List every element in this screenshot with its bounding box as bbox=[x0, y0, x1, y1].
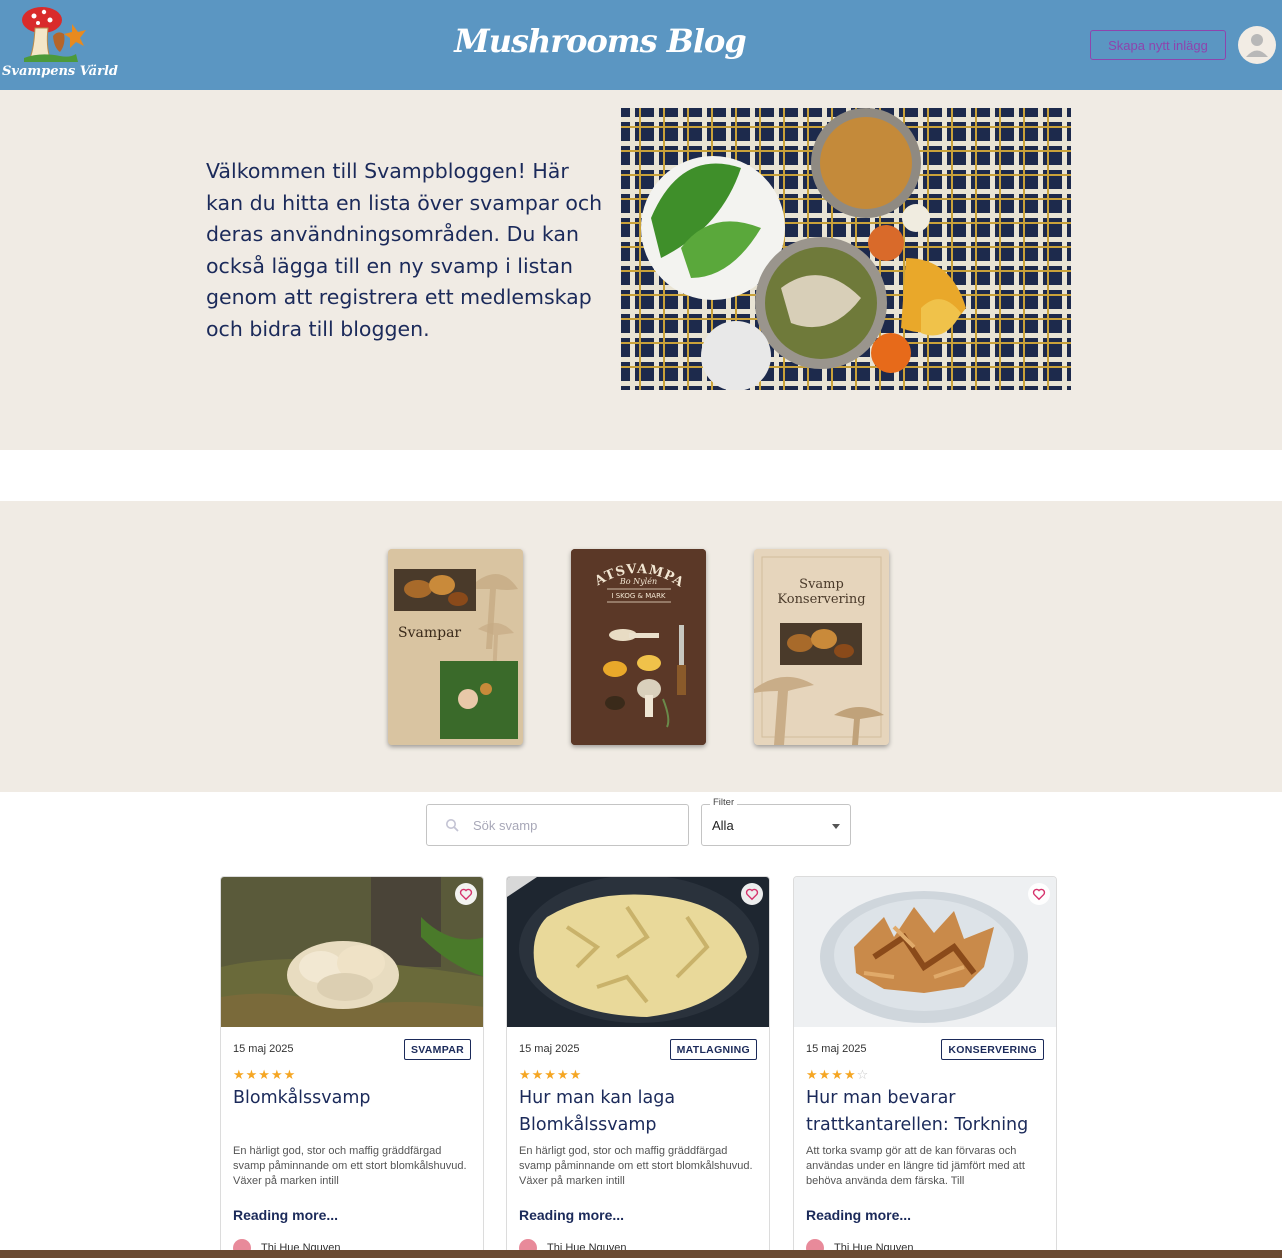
heart-outline-icon bbox=[459, 888, 473, 901]
footer-strip bbox=[0, 1250, 1282, 1258]
stars-filled: ★★★★ bbox=[806, 1067, 857, 1082]
logo-text: Svampens Värld bbox=[2, 64, 118, 79]
category-badge: KONSERVERING bbox=[941, 1039, 1044, 1060]
read-more-link[interactable]: Reading more... bbox=[233, 1207, 338, 1223]
category-badge: SVAMPAR bbox=[403, 1039, 471, 1060]
heart-outline-icon bbox=[1032, 888, 1046, 901]
site-logo[interactable]: Svampens Värld bbox=[2, 4, 118, 88]
post-card-image bbox=[221, 877, 483, 1027]
star-rating: ★★★★★ bbox=[519, 1067, 583, 1082]
hero-welcome-text: Välkommen till Svampbloggen! Här kan du … bbox=[206, 159, 603, 341]
book-cover-matsvampar[interactable]: MATSVAMPAR Bo Nylén I SKOG & MARK bbox=[571, 549, 706, 745]
post-date: 15 maj 2025 bbox=[233, 1043, 294, 1055]
post-description: En härligt god, stor och maffig gräddfär… bbox=[233, 1145, 467, 1187]
hero-section: Välkommen till Svampbloggen! Här kan du … bbox=[0, 90, 1282, 450]
favorite-button[interactable] bbox=[1028, 883, 1050, 905]
caret-down-icon bbox=[832, 824, 840, 829]
favorite-button[interactable] bbox=[741, 883, 763, 905]
star-rating: ★★★★☆ bbox=[806, 1067, 869, 1083]
post-description: En härligt god, stor och maffig gräddfär… bbox=[519, 1145, 753, 1187]
search-input[interactable] bbox=[473, 805, 683, 845]
book-ribbon: I SKOG & MARK bbox=[611, 592, 665, 600]
search-icon bbox=[446, 819, 459, 832]
post-date: 15 maj 2025 bbox=[519, 1043, 580, 1055]
post-description: Att torka svamp gör att de kan förvaras … bbox=[806, 1145, 1025, 1187]
hero-wave-divider bbox=[0, 400, 1282, 429]
post-card[interactable]: 15 maj 2025 KONSERVERING ★★★★☆ Hur man b… bbox=[793, 876, 1057, 1258]
category-badge: MATLAGNING bbox=[669, 1039, 757, 1060]
filter-value: Alla bbox=[712, 818, 734, 833]
post-date: 15 maj 2025 bbox=[806, 1043, 867, 1055]
post-card-image bbox=[794, 877, 1056, 1027]
filter-label: Filter bbox=[710, 797, 738, 808]
favorite-button[interactable] bbox=[455, 883, 477, 905]
books-section: Svampar MATSVAMPAR Bo Nylén I SKOG & MAR… bbox=[0, 501, 1282, 792]
heart-outline-icon bbox=[745, 888, 759, 901]
post-card-image bbox=[507, 877, 769, 1027]
post-title[interactable]: Hur man bevarar trattkantarellen: Torkni… bbox=[806, 1085, 1046, 1139]
site-title: Mushrooms Blog bbox=[454, 22, 746, 60]
filter-select[interactable]: Filter Alla bbox=[701, 797, 851, 846]
book-cover-svampar[interactable]: Svampar bbox=[388, 549, 523, 745]
mushroom-logo-icon bbox=[22, 7, 86, 62]
book-title-konservering: Svamp Konservering bbox=[777, 577, 866, 607]
stars-empty: ☆ bbox=[856, 1067, 870, 1082]
post-card[interactable]: 15 maj 2025 SVAMPAR ★★★★★ Blomkålssvamp … bbox=[220, 876, 484, 1258]
book-title-svampar: Svampar bbox=[398, 625, 461, 641]
read-more-link[interactable]: Reading more... bbox=[519, 1207, 624, 1223]
search-field[interactable] bbox=[426, 804, 689, 846]
user-avatar-icon bbox=[1246, 34, 1268, 57]
hero-image bbox=[621, 108, 1071, 390]
star-rating: ★★★★★ bbox=[233, 1067, 297, 1082]
book-author: Bo Nylén bbox=[619, 577, 657, 586]
read-more-link[interactable]: Reading more... bbox=[806, 1207, 911, 1223]
post-title[interactable]: Hur man kan laga Blomkålssvamp bbox=[519, 1085, 759, 1139]
top-app-bar: Svampens Värld Mushrooms Blog Skapa nytt… bbox=[0, 0, 1282, 90]
post-card[interactable]: 15 maj 2025 MATLAGNING ★★★★★ Hur man kan… bbox=[506, 876, 770, 1258]
book-cover-svamp-konservering[interactable]: Svamp Konservering bbox=[754, 549, 889, 745]
post-title[interactable]: Blomkålssvamp bbox=[233, 1085, 473, 1112]
create-post-button[interactable]: Skapa nytt inlägg bbox=[1090, 30, 1226, 60]
user-avatar-button[interactable] bbox=[1238, 26, 1276, 64]
